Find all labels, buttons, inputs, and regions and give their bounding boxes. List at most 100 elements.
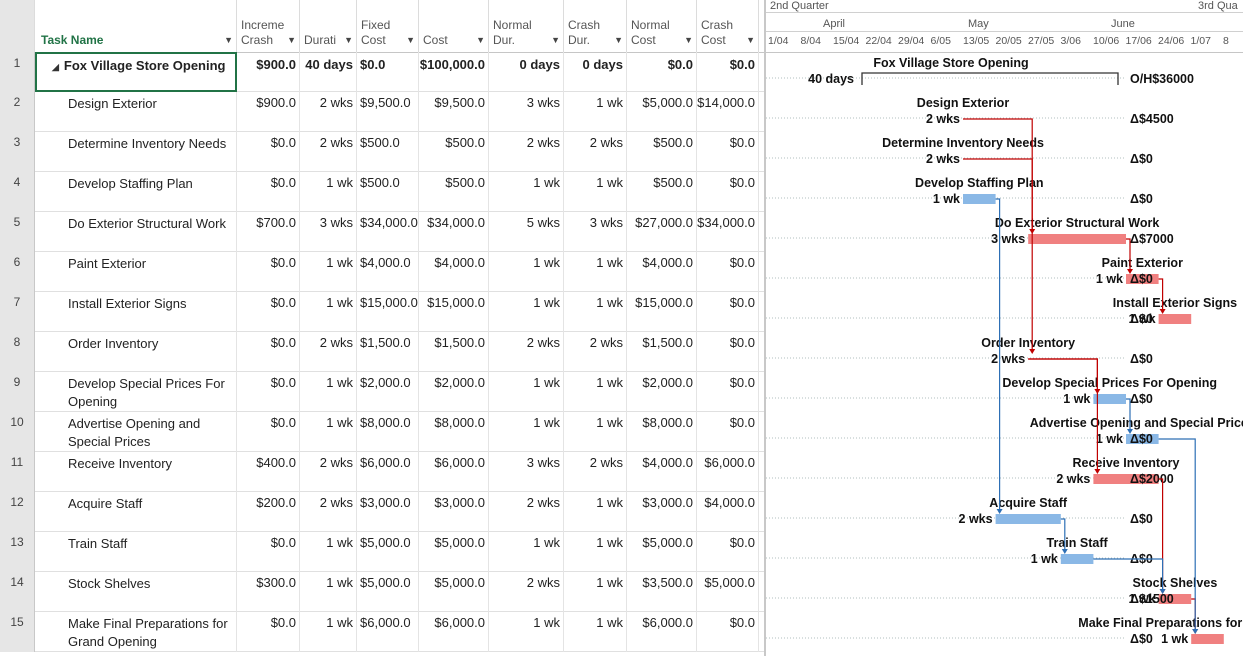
cell-ndur[interactable]: 1 wk (489, 612, 564, 652)
gantt-bar[interactable] (1028, 234, 1126, 244)
cell-ccost[interactable]: $0.0 (697, 172, 759, 212)
chevron-down-icon[interactable]: ▼ (406, 35, 415, 45)
cell-fixed[interactable]: $34,000.0 (357, 212, 419, 252)
col-crash-dur[interactable]: Crash Dur. ▼ (564, 0, 627, 52)
cell-fixed[interactable]: $8,000.0 (357, 412, 419, 452)
cell-ccost[interactable]: $0.0 (697, 332, 759, 372)
cell-cdur[interactable]: 0 days (564, 52, 627, 92)
cell-fixed[interactable]: $6,000.0 (357, 452, 419, 492)
cell-ccost[interactable]: $6,000.0 (697, 452, 759, 492)
col-duration[interactable]: Durati ▼ (300, 0, 357, 52)
task-name-cell[interactable]: Receive Inventory (35, 452, 237, 492)
cell-cost[interactable]: $9,500.0 (419, 92, 489, 132)
cell-cdur[interactable]: 1 wk (564, 612, 627, 652)
chevron-down-icon[interactable]: ▼ (344, 35, 353, 45)
row-number[interactable]: 5 (0, 212, 35, 252)
cell-ncost[interactable]: $4,000.0 (627, 252, 697, 292)
cell-ndur[interactable]: 2 wks (489, 132, 564, 172)
task-name-cell[interactable]: Do Exterior Structural Work (35, 212, 237, 252)
cell-incr[interactable]: $0.0 (237, 132, 300, 172)
cell-ccost[interactable]: $0.0 (697, 612, 759, 652)
cell-cost[interactable]: $500.0 (419, 132, 489, 172)
cell-ccost[interactable]: $0.0 (697, 532, 759, 572)
cell-cdur[interactable]: 2 wks (564, 132, 627, 172)
col-cost[interactable]: Cost ▼ (419, 0, 489, 52)
cell-cdur[interactable]: 1 wk (564, 92, 627, 132)
cell-dur[interactable]: 40 days (300, 52, 357, 92)
cell-fixed[interactable]: $500.0 (357, 172, 419, 212)
table-row[interactable]: 15 Make Final Preparations for Grand Open… (0, 612, 764, 652)
task-name-cell[interactable]: Develop Staffing Plan (35, 172, 237, 212)
table-row[interactable]: 14 Stock Shelves $300.0 1 wk $5,000.0 $5,000.… (0, 572, 764, 612)
cell-ncost[interactable]: $3,000.0 (627, 492, 697, 532)
cell-ndur[interactable]: 2 wks (489, 492, 564, 532)
cell-dur[interactable]: 1 wk (300, 532, 357, 572)
table-row[interactable]: 2 Design Exterior $900.0 2 wks $9,500.0 $9,50… (0, 92, 764, 132)
cell-fixed[interactable]: $9,500.0 (357, 92, 419, 132)
cell-fixed[interactable]: $5,000.0 (357, 572, 419, 612)
table-row[interactable]: 10 Advertise Opening and Special Prices $0… (0, 412, 764, 452)
cell-cost[interactable]: $3,000.0 (419, 492, 489, 532)
table-row[interactable]: 11 Receive Inventory $400.0 2 wks $6,000.0 $6… (0, 452, 764, 492)
cell-fixed[interactable]: $15,000.0 (357, 292, 419, 332)
cell-dur[interactable]: 1 wk (300, 612, 357, 652)
cell-incr[interactable]: $0.0 (237, 292, 300, 332)
summary-row[interactable]: 1 ◢ Fox Village Store Opening $900.0 40 days… (0, 52, 764, 92)
cell-fixed[interactable]: $3,000.0 (357, 492, 419, 532)
row-number-header[interactable] (0, 0, 35, 52)
chevron-down-icon[interactable]: ▼ (684, 35, 693, 45)
cell-ncost[interactable]: $2,000.0 (627, 372, 697, 412)
cell-ndur[interactable]: 2 wks (489, 332, 564, 372)
cell-dur[interactable]: 1 wk (300, 412, 357, 452)
cell-ncost[interactable]: $5,000.0 (627, 532, 697, 572)
cell-cdur[interactable]: 1 wk (564, 532, 627, 572)
cell-dur[interactable]: 2 wks (300, 492, 357, 532)
cell-ndur[interactable]: 1 wk (489, 372, 564, 412)
task-name-cell[interactable]: Design Exterior (35, 92, 237, 132)
row-number[interactable]: 12 (0, 492, 35, 532)
cell-incr[interactable]: $300.0 (237, 572, 300, 612)
row-number[interactable]: 13 (0, 532, 35, 572)
row-number[interactable]: 11 (0, 452, 35, 492)
cell-cdur[interactable]: 1 wk (564, 572, 627, 612)
gantt-bar[interactable] (995, 514, 1061, 524)
task-name-cell[interactable]: Stock Shelves (35, 572, 237, 612)
cell-cost[interactable]: $1,500.0 (419, 332, 489, 372)
cell-incr[interactable]: $0.0 (237, 412, 300, 452)
chevron-down-icon[interactable]: ▼ (551, 35, 560, 45)
row-number[interactable]: 1 (0, 52, 35, 92)
cell-cost[interactable]: $2,000.0 (419, 372, 489, 412)
cell-incr[interactable]: $0.0 (237, 372, 300, 412)
cell-incr[interactable]: $0.0 (237, 172, 300, 212)
cell-ndur[interactable]: 1 wk (489, 412, 564, 452)
cell-cost[interactable]: $5,000.0 (419, 572, 489, 612)
cell-fixed[interactable]: $2,000.0 (357, 372, 419, 412)
cell-ccost[interactable]: $0.0 (697, 52, 759, 92)
cell-dur[interactable]: 1 wk (300, 252, 357, 292)
cell-dur[interactable]: 3 wks (300, 212, 357, 252)
col-crash-cost[interactable]: Crash Cost ▼ (697, 0, 759, 52)
cell-cdur[interactable]: 1 wk (564, 292, 627, 332)
task-name-cell[interactable]: Train Staff (35, 532, 237, 572)
cell-fixed[interactable]: $0.0 (357, 52, 419, 92)
cell-ncost[interactable]: $5,000.0 (627, 92, 697, 132)
cell-dur[interactable]: 2 wks (300, 452, 357, 492)
cell-ndur[interactable]: 3 wks (489, 452, 564, 492)
cell-cost[interactable]: $100,000.0 (419, 52, 489, 92)
cell-cdur[interactable]: 2 wks (564, 452, 627, 492)
cell-ndur[interactable]: 2 wks (489, 572, 564, 612)
cell-ncost[interactable]: $8,000.0 (627, 412, 697, 452)
cell-dur[interactable]: 2 wks (300, 92, 357, 132)
row-number[interactable]: 9 (0, 372, 35, 412)
gantt-bar[interactable] (1158, 314, 1192, 324)
cell-dur[interactable]: 1 wk (300, 172, 357, 212)
task-name-cell[interactable]: Order Inventory (35, 332, 237, 372)
col-incr-crash[interactable]: Increme Crash ▼ (237, 0, 300, 52)
cell-cost[interactable]: $15,000.0 (419, 292, 489, 332)
cell-ndur[interactable]: 1 wk (489, 532, 564, 572)
gantt-bar[interactable] (1060, 554, 1094, 564)
row-number[interactable]: 10 (0, 412, 35, 452)
cell-fixed[interactable]: $500.0 (357, 132, 419, 172)
row-number[interactable]: 2 (0, 92, 35, 132)
chevron-down-icon[interactable]: ▼ (287, 35, 296, 45)
